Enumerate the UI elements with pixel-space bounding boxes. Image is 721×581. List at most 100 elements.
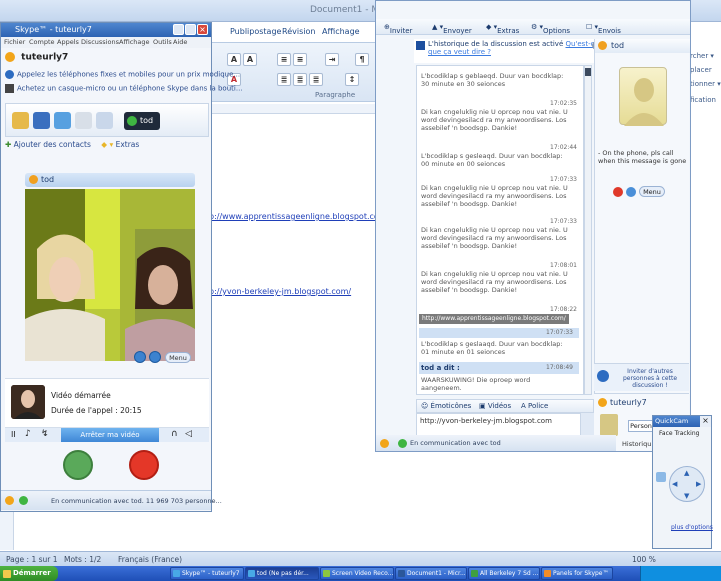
chat-message: L'bcodiklap s geblaeqd. Duur van bocdkla… [421,72,564,88]
numbering-icon[interactable]: ≡ [293,53,307,66]
font-button[interactable]: A Police [521,402,548,410]
more-options-link[interactable]: plus d'options [671,524,713,531]
videos-button[interactable]: ▣ Vidéos [479,402,511,410]
invite-others-text: Inviter d'autres personnes à cette discu… [622,368,678,389]
arrow-left-icon[interactable]: ◀ [672,480,677,488]
promo-headset[interactable]: Achetez un casque-micro ou un téléphone … [5,84,243,93]
history-label[interactable]: Historiqu [622,440,651,448]
fullscreen-button[interactable] [149,351,161,363]
maximize-button[interactable] [185,24,196,35]
font-grow-icon[interactable]: A [227,53,241,66]
close-icon[interactable]: × [197,24,208,35]
task-tod-chat[interactable]: tod (Ne pas dér... [245,567,319,580]
align-left-icon[interactable]: ≣ [277,73,291,86]
skype-title: Skype™ - tuteurly7 [15,25,92,34]
contact-menu-button[interactable]: Menu [639,186,665,197]
directory-icon[interactable] [75,112,92,129]
language[interactable]: Français (France) [118,555,182,564]
my-avatar [600,414,618,436]
user-row[interactable]: tuteurly7 [5,52,68,63]
invite-others-prompt[interactable]: Inviter d'autres personnes à cette discu… [594,363,689,391]
minimize-button[interactable] [173,24,184,35]
select-item[interactable]: tionner ▾ [690,80,721,88]
task-word[interactable]: Document1 - Micr... [395,567,467,580]
personalize-button[interactable]: Person [628,420,654,432]
extras-button[interactable]: ◆ ▾ Extras [101,140,139,149]
modification-item[interactable]: fication [690,96,716,104]
tab-revision[interactable]: Révision [282,27,315,36]
chat-extras-button[interactable]: ◆ ▾ Extras [486,23,519,35]
pilcrow-icon[interactable]: ¶ [355,53,369,66]
options-button[interactable]: ⚙ ▾ Options [531,23,570,35]
line-spacing-icon[interactable]: ↕ [345,73,359,86]
tab-affichage[interactable]: Affichage [322,27,360,36]
menu-fichier[interactable]: Fichier [4,38,25,46]
doc-link-2[interactable]: p://yvon-berkeley-jm.blogspot.com/ [209,287,351,296]
call-icon[interactable] [613,187,623,197]
stop-video-label: Arrêter ma vidéo [80,431,140,439]
pause-icon[interactable]: II [11,430,16,439]
replace-item[interactable]: placer [690,66,712,74]
envois-button[interactable]: ☐ ▾ Envois [586,23,621,35]
doc-link-1[interactable]: p://www.apprentissageenligne.blogspot.co… [209,212,389,221]
speaker-icon[interactable]: ◁ [185,429,192,439]
contacts-icon[interactable] [12,112,29,129]
align-center-icon[interactable]: ≣ [293,73,307,86]
task-screen-recorder[interactable]: Screen Video Reco... [320,567,394,580]
task-skype[interactable]: Skype™ - tuteurly7 [170,567,244,580]
video-call-icon[interactable] [626,187,636,197]
indent-icon[interactable]: ⇥ [325,53,339,66]
calls-icon[interactable] [33,112,50,129]
history-icon[interactable] [96,112,113,129]
stop-video-button[interactable]: Arrêter ma vidéo [61,428,159,442]
status-icon[interactable] [5,52,15,62]
zoom-level[interactable]: 100 % [632,555,656,564]
add-contacts-button[interactable]: ✚ Ajouter des contacts [5,140,91,149]
find-item[interactable]: rcher ▾ [690,52,714,60]
transfer-icon[interactable]: ↯ [41,429,49,439]
task-berkeley[interactable]: All Berkeley 7 Sd ... [468,567,540,580]
tab-publipostage[interactable]: Publipostage [230,27,281,36]
font-shrink-icon[interactable]: A [243,53,257,66]
menu-appels[interactable]: Appels [57,38,79,46]
status-icon[interactable] [380,439,389,448]
message-time: 17:07:33 [550,176,577,183]
close-icon[interactable]: × [700,416,711,427]
arrow-up-icon[interactable]: ▲ [684,469,689,477]
globe-icon[interactable] [54,112,71,129]
video-menu-button[interactable]: Menu [165,352,191,363]
arrow-right-icon[interactable]: ▶ [696,480,701,488]
scroll-up-icon[interactable] [585,68,591,76]
zoom-icon[interactable] [656,472,666,482]
tab-tod[interactable]: tod [124,112,160,130]
bullets-icon[interactable]: ≡ [277,53,291,66]
camera-button[interactable] [134,351,146,363]
send-file-button[interactable]: ▲ ▾ Envoyer [432,23,472,35]
answer-call-button[interactable] [63,450,93,480]
contact-avatar [619,67,667,126]
task-panels[interactable]: Panels for Skype™ [541,567,613,580]
menu-aide[interactable]: Aide [173,38,187,46]
menu-outils[interactable]: Outils [153,38,172,46]
pan-tilt-pad[interactable]: ▲ ▼ ◀ ▶ [669,466,705,502]
headset-volume-icon[interactable]: ∩ [171,429,178,439]
start-button[interactable]: Démarrer [0,566,58,581]
chat-link-message[interactable]: http://www.apprentissageenligne.blogspot… [419,314,569,324]
arrow-down-icon[interactable]: ▼ [684,492,689,500]
menu-discussions[interactable]: Discussions [81,38,119,46]
mic-icon[interactable]: ♪ [25,429,31,439]
status-icon[interactable] [5,496,14,505]
chat-scrollbar[interactable] [584,65,592,395]
invite-button[interactable]: ⊕ Inviter [384,23,412,35]
skype-statusbar: En communication avec tod. 11 969 703 pe… [1,490,222,510]
my-status-icon[interactable] [598,398,607,407]
emoticons-button[interactable]: ☺ Émoticônes [421,402,471,410]
hangup-button[interactable] [129,450,159,480]
align-right-icon[interactable]: ≣ [309,73,323,86]
message-time: 17:08:49 [546,364,573,371]
menu-compte[interactable]: Compte [29,38,55,46]
page-count[interactable]: Page : 1 sur 1 [6,555,58,564]
word-count[interactable]: Mots : 1/2 [64,555,101,564]
menu-affichage[interactable]: Affichage [119,38,150,46]
promo-calls[interactable]: Appelez les téléphones fixes et mobiles … [5,70,240,79]
